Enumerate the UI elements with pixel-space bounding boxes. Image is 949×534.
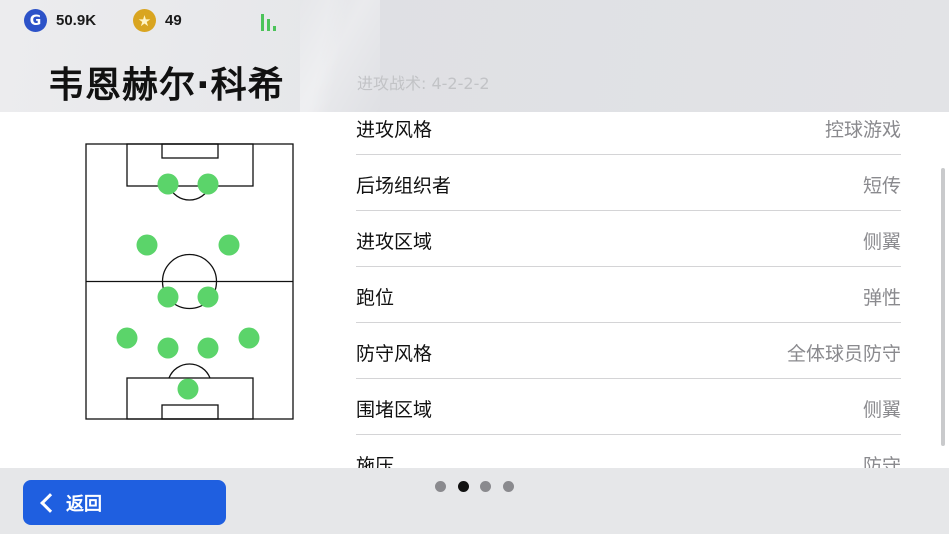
player-dot	[136, 234, 158, 256]
signal-strength-icon	[261, 13, 281, 31]
page-title: 韦恩赫尔·科希	[48, 65, 285, 106]
top-goal-box	[161, 143, 219, 159]
attribute-value: 全体球员防守	[786, 343, 901, 365]
pitch-diagram	[85, 143, 294, 420]
attribute-row: 进攻区域 侧翼	[356, 211, 901, 267]
formation-pitch	[84, 142, 296, 422]
coin-balance: ★ 49	[133, 9, 182, 32]
page-dot-active[interactable]	[457, 481, 469, 492]
faded-tactic-label: 进攻战术: 4-2-2-2	[357, 74, 490, 93]
chevron-left-icon	[40, 492, 60, 513]
back-button[interactable]: 返回	[23, 480, 226, 525]
top-header: G 50.9K ★ 49 韦恩赫尔·科希 进攻战术: 4-2-2-2	[0, 0, 949, 112]
attribute-label: 围堵区域	[356, 399, 433, 421]
attribute-label: 后场组织者	[356, 175, 452, 197]
attribute-label: 进攻区域	[356, 231, 433, 253]
attribute-value: 侧翼	[862, 231, 901, 253]
attribute-label: 防守风格	[356, 343, 433, 365]
page-dot[interactable]	[435, 481, 446, 492]
attribute-value: 侧翼	[862, 399, 901, 421]
gp-balance: G 50.9K	[24, 9, 96, 32]
list-scrollbar[interactable]	[941, 168, 945, 446]
page-dot[interactable]	[502, 481, 514, 492]
player-dot	[157, 173, 179, 195]
attribute-value: 弹性	[862, 287, 901, 309]
g-coin-icon: G	[24, 9, 47, 32]
player-dot	[177, 378, 199, 400]
player-dot	[157, 286, 179, 308]
tactics-attribute-list[interactable]: 进攻风格 控球游戏 后场组织者 短传 进攻区域 侧翼 跑位 弹性 防守风格 全体…	[356, 99, 901, 468]
page-dot[interactable]	[480, 481, 491, 492]
bottom-goal-box	[161, 404, 219, 420]
attribute-value: 短传	[862, 175, 901, 197]
player-dots	[116, 173, 260, 400]
page-indicator	[435, 481, 525, 492]
attribute-label: 进攻风格	[356, 119, 433, 141]
header-decoration	[300, 0, 380, 112]
attribute-label: 跑位	[356, 287, 395, 309]
attribute-label: 施压	[356, 455, 395, 468]
player-dot	[157, 337, 179, 359]
coin-amount: 49	[165, 12, 182, 29]
top-penalty-box	[126, 143, 254, 187]
bottom-bar: 返回	[0, 468, 949, 534]
player-dot	[197, 173, 219, 195]
attribute-value: 防守	[862, 455, 901, 468]
attribute-row: 后场组织者 短传	[356, 155, 901, 211]
back-button-label: 返回	[66, 493, 102, 515]
player-dot	[116, 327, 138, 349]
attribute-row: 围堵区域 侧翼	[356, 379, 901, 435]
player-dot	[238, 327, 260, 349]
bottom-penalty-arc	[168, 363, 211, 379]
player-dot	[218, 234, 240, 256]
attribute-row: 防守风格 全体球员防守	[356, 323, 901, 379]
attribute-value: 控球游戏	[824, 119, 901, 141]
star-coin-icon: ★	[133, 9, 156, 32]
attribute-row: 施压 防守	[356, 435, 901, 468]
player-dot	[197, 337, 219, 359]
player-dot	[197, 286, 219, 308]
gp-amount: 50.9K	[56, 12, 97, 29]
attribute-row: 跑位 弹性	[356, 267, 901, 323]
